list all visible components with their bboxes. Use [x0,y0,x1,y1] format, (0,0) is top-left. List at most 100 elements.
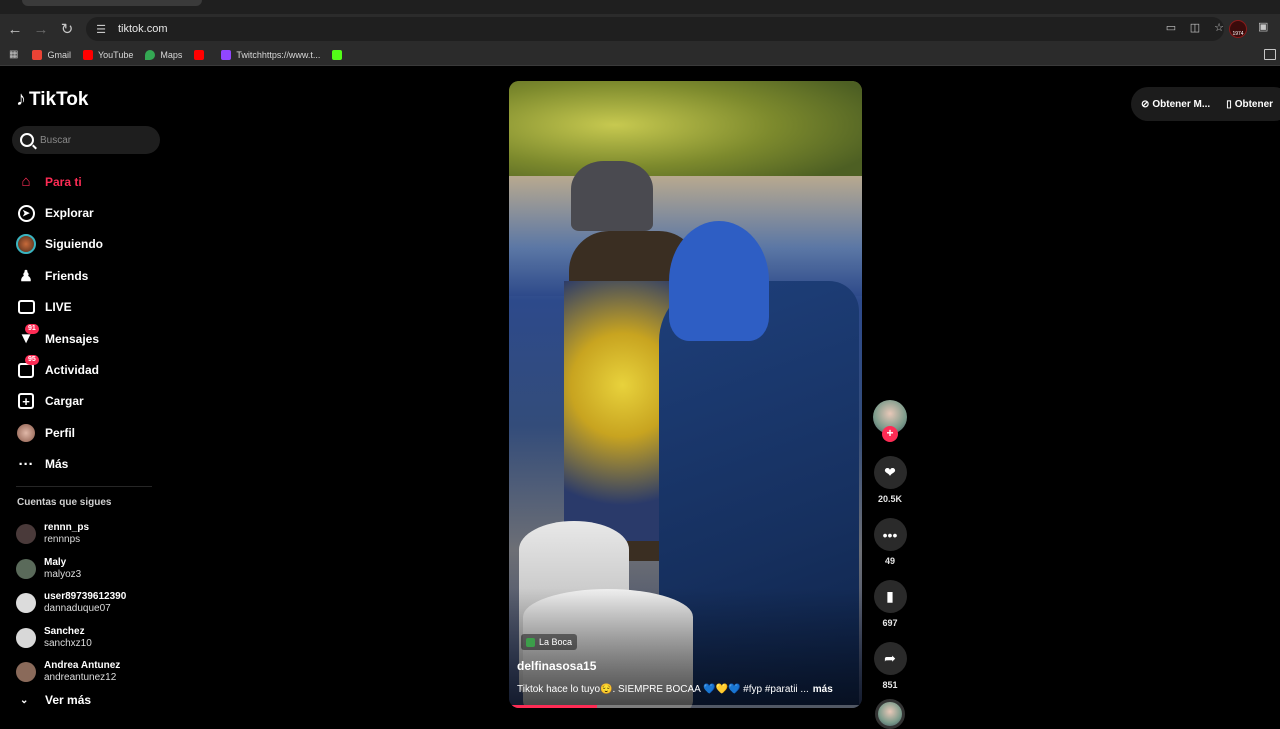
video-author[interactable]: delfinasosa15 [517,659,596,673]
profile-avatar[interactable]: 1974 [1229,20,1247,38]
sidebar-item-actividad[interactable]: 95 Actividad [16,354,166,385]
follow-plus-icon[interactable]: + [882,426,898,442]
bookmark-label: Gmail [47,49,71,60]
gmail-icon [32,49,43,60]
bookmark-youtube-2[interactable] [194,49,209,60]
bookmark-label: Maps [160,49,183,60]
video-player[interactable]: La Boca delfinasosa15 Tiktok hace lo tuy… [509,81,862,708]
active-tab[interactable] [22,0,202,6]
sidebar-item-explorar[interactable]: ➤ Explorar [16,197,166,228]
following-avatar [16,558,36,579]
more-dots-icon: ··· [18,455,34,473]
kick-icon [332,49,343,60]
profile-avatar-icon [16,423,36,443]
install-app-icon[interactable]: ▭ [1164,20,1178,34]
logo-text: TikTok [29,88,89,110]
video-progress-bar[interactable] [509,705,862,708]
location-tag[interactable]: La Boca [521,634,578,650]
profile-label: 1974 [1232,31,1244,37]
video-frame-cap [669,221,769,341]
following-name: Andrea Antunez [44,660,121,672]
get-app-button[interactable]: ⊘ Obtener M... ▯ Obtener [1131,87,1280,121]
following-item[interactable]: user89739612390 dannaduque07 [16,586,166,621]
following-name: Sanchez [44,625,85,637]
following-item[interactable]: rennn_ps rennnps [16,517,166,552]
following-avatar-icon [16,234,36,255]
see-more-label: Ver más [45,693,92,707]
sidebar-item-siguiendo[interactable]: Siguiendo [16,229,166,260]
caption-more-button[interactable]: más [813,684,833,695]
get-app-label: Obtener M... [1152,98,1211,110]
progress-fill [509,705,598,708]
heart-icon[interactable]: ❤ [873,456,907,489]
bookmark-gmail[interactable]: Gmail [32,49,71,60]
following-section-title: Cuentas que sigues [17,497,112,508]
bookmarks-bar: ▦ Gmail YouTube Maps Twitchhttps://www.t… [0,44,1280,66]
nav-label: Siguiendo [45,237,103,252]
like-action[interactable]: ❤ 20.5K [872,456,908,504]
tiktok-logo[interactable]: ♪ TikTok [16,88,88,111]
following-handle: malyoz3 [44,568,82,580]
bookmark-kick[interactable] [332,49,347,60]
extensions-icon[interactable]: ▣ [1258,20,1272,34]
following-item[interactable]: Maly malyoz3 [16,552,166,587]
music-disc-avatar[interactable] [875,699,905,729]
save-count: 697 [882,618,898,628]
apps-grid-icon[interactable]: ▦ [9,49,18,60]
following-handle: sanchxz10 [44,637,92,649]
following-item[interactable]: Sanchez sanchxz10 [16,621,166,656]
site-settings-icon[interactable]: ☰ [94,22,108,36]
following-item[interactable]: Andrea Antunez andreantunez12 [16,655,166,690]
nav-label: LIVE [45,300,72,315]
address-bar[interactable]: ☰ tiktok.com [86,17,1224,41]
sidebar-item-cargar[interactable]: + Cargar [16,386,166,417]
home-icon: ⌂ [21,173,31,191]
sidebar-item-friends[interactable]: ♟ Friends [16,260,166,291]
reload-icon[interactable]: ↻ [54,16,80,42]
see-more-button[interactable]: ⌄ Ver más [20,693,91,707]
creator-avatar[interactable]: + [873,400,907,442]
activity-icon: 95 [16,355,39,380]
bookmark-maps[interactable]: Maps [145,49,183,60]
save-action[interactable]: ▮ 697 [872,580,908,628]
bookmark-label: YouTube [97,49,134,60]
back-icon[interactable]: ← [2,16,28,42]
sidebar-item-mas[interactable]: ··· Más [16,449,166,480]
following-list: rennn_ps rennnps Maly malyoz3 user89739612… [16,517,166,690]
comment-action[interactable]: ••• 49 [872,518,908,566]
video-caption: Tiktok hace lo tuyo😌. SIEMPRE BOCAA 💙💛💙 … [517,684,857,695]
share-arrow-icon[interactable]: ➦ [873,642,907,675]
bookmark-star-icon[interactable]: ☆ [1212,20,1226,34]
mobile-icon: ▯ [1226,98,1232,110]
following-handle: andreantunez12 [44,672,117,684]
comment-count: 49 [884,556,895,566]
bookmark-youtube[interactable]: YouTube [82,49,134,60]
sidebar-item-live[interactable]: LIVE [16,292,166,323]
sidebar-item-perfil[interactable]: Perfil [16,417,166,448]
bookmark-twitch[interactable]: Twitchhttps://www.t... [221,49,320,60]
all-bookmarks-folder-icon[interactable] [1264,49,1276,60]
bookmark-icon[interactable]: ▮ [873,580,907,613]
location-pin-icon [526,637,535,647]
nav-label: Actividad [45,363,100,378]
nav-label: Para ti [45,174,82,189]
share-action[interactable]: ➦ 851 [872,642,908,690]
sidebar-item-para-ti[interactable]: ⌂ Para ti [16,166,166,197]
following-name: Maly [44,556,67,568]
caption-text: Tiktok hace lo tuyo😌. SIEMPRE BOCAA 💙💛💙 … [517,684,809,695]
forward-icon[interactable]: → [28,16,54,42]
translate-icon[interactable]: ◫ [1188,20,1202,34]
following-avatar [16,593,36,614]
sidebar-item-mensajes[interactable]: ▼ 91 Mensajes [16,323,166,354]
nav-label: Explorar [45,206,94,221]
maps-icon [145,49,156,60]
get-app-label-2: Obtener [1234,98,1274,110]
location-label: La Boca [539,637,573,647]
search-input[interactable]: Buscar [12,126,160,154]
friends-icon: ♟ [19,267,33,285]
youtube-icon [194,49,205,60]
chevron-down-icon: ⌄ [20,694,29,706]
messages-badge: 91 [25,323,39,334]
comment-icon[interactable]: ••• [873,518,907,551]
url-text: tiktok.com [118,23,168,35]
